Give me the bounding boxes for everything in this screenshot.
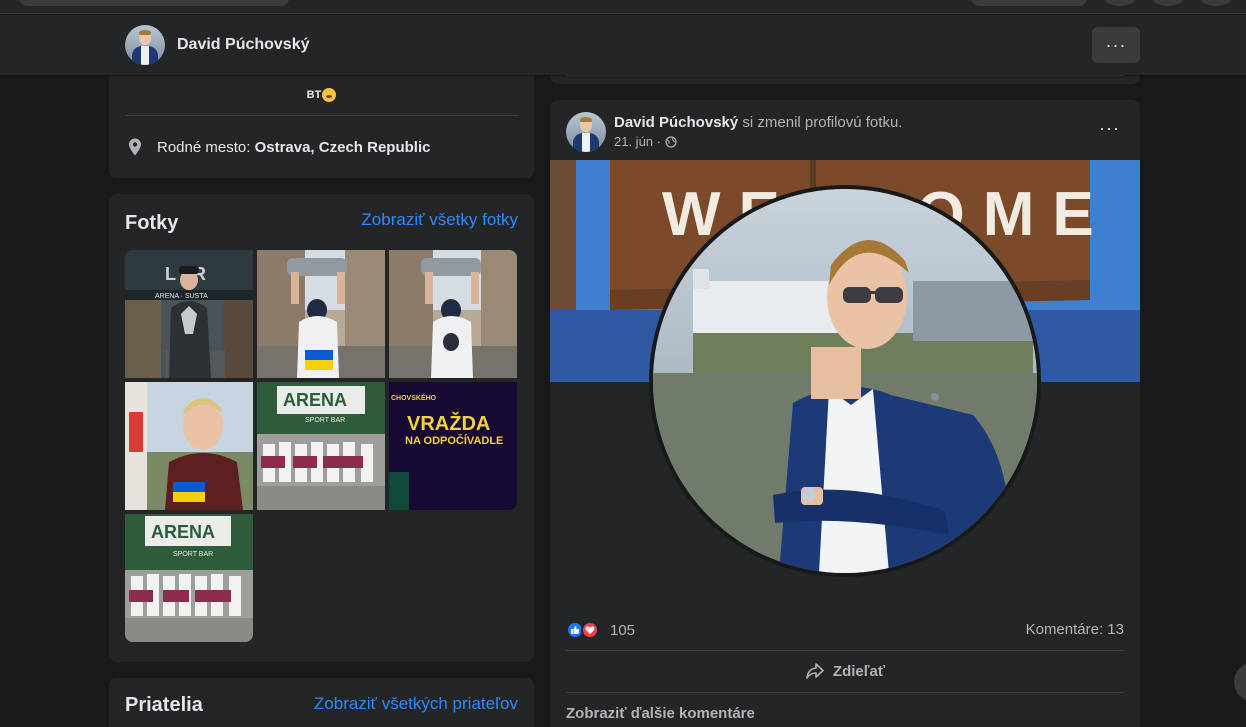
toolbar-circle-button[interactable] <box>1102 0 1138 6</box>
post-header: David Púchovský si zmenil profilovú fotk… <box>614 114 902 131</box>
bio-text: BT <box>306 88 322 101</box>
photos-card: Fotky Zobraziť všetky fotky L AR ARENA ·… <box>109 194 534 662</box>
love-icon <box>581 621 599 639</box>
hometown-row: Rodné mesto: Ostrava, Czech Republic <box>125 137 430 157</box>
bio: BT <box>109 88 534 102</box>
sign-subtext: SPORT BAR <box>173 551 213 558</box>
photo-portrait-flag <box>125 382 253 510</box>
photo-street-trophy-flag <box>257 250 385 378</box>
profile-portrait <box>653 189 1037 573</box>
photo-thumbnail[interactable] <box>257 250 385 378</box>
photos-title[interactable]: Fotky <box>125 212 178 235</box>
photo-thumbnail[interactable] <box>125 382 253 510</box>
photo-grid: L AR ARENA · SUSTA <box>125 250 518 642</box>
book-subtitle: NA ODPOČÍVADLE <box>405 434 503 447</box>
photo-thumbnail[interactable]: ARENA SPORT BAR <box>257 382 385 510</box>
address-bar[interactable] <box>18 0 290 6</box>
photo-street-trophy <box>389 250 517 378</box>
see-all-friends-link[interactable]: Zobraziť všetkých priateľov <box>314 694 518 714</box>
share-button[interactable]: Zdieľať <box>566 652 1124 690</box>
friends-title[interactable]: Priatelia <box>125 694 203 717</box>
post-author[interactable]: David Púchovský <box>614 114 738 131</box>
profile-photo[interactable] <box>649 185 1041 577</box>
post-meta: 21. jún · <box>614 134 677 149</box>
profile-sticky-header: David Púchovský ··· <box>0 15 1246 75</box>
book-line1: CHOVSKÉHO <box>391 393 437 402</box>
photo-arena-group-2: ARENA SPORT BAR <box>125 514 253 642</box>
comments-count[interactable]: Komentáre: 13 <box>1026 621 1124 638</box>
share-label: Zdieľať <box>832 662 886 680</box>
reaction-count[interactable]: 105 <box>610 622 635 639</box>
post-date[interactable]: 21. jún · <box>614 134 661 149</box>
photo-thumbnail[interactable]: ARENA SPORT BAR <box>125 514 253 642</box>
sign-text: ARENA · SUSTA <box>155 293 208 300</box>
toolbar-circle-button[interactable] <box>1198 0 1234 6</box>
intro-card: BT Rodné mesto: Ostrava, Czech Republic <box>109 62 534 178</box>
photo-thumbnail[interactable] <box>389 250 517 378</box>
divider <box>125 115 518 116</box>
share-icon <box>806 663 824 679</box>
divider <box>566 75 1124 76</box>
profile-name[interactable]: David Púchovský <box>177 36 310 54</box>
divider <box>566 692 1124 693</box>
reactions-row: 105 Komentáre: 13 <box>566 618 1124 644</box>
sign-subtext: SPORT BAR <box>305 417 345 424</box>
reaction-icons[interactable] <box>566 621 599 639</box>
location-pin-icon <box>129 138 141 156</box>
browser-top-strip <box>0 0 1246 14</box>
friends-card: Priatelia Zobraziť všetkých priateľov <box>109 678 534 727</box>
hometown-label: Rodné mesto: <box>157 138 251 156</box>
view-more-comments-link[interactable]: Zobraziť ďalšie komentáre <box>566 705 755 722</box>
divider <box>566 650 1124 651</box>
toolbar-pill[interactable] <box>970 0 1088 6</box>
photo-thumbnail[interactable]: CHOVSKÉHO VRAŽDA NA ODPOČÍVADLE <box>389 382 517 510</box>
avatar[interactable] <box>566 112 606 152</box>
post-options-button[interactable]: ··· <box>1099 118 1120 139</box>
emoji-icon <box>322 88 337 102</box>
toolbar-circle-button[interactable] <box>1150 0 1186 6</box>
book-title: VRAŽDA <box>407 411 490 435</box>
see-all-photos-link[interactable]: Zobraziť všetky fotky <box>361 210 518 230</box>
floating-chat-button[interactable] <box>1234 662 1246 702</box>
photo-thumbnail[interactable]: L AR ARENA · SUSTA <box>125 250 253 378</box>
avatar[interactable] <box>125 25 165 65</box>
post-action: si zmenil profilovú fotku. <box>738 114 903 131</box>
globe-icon <box>665 135 677 148</box>
photo-arena-entrance: L AR ARENA · SUSTA <box>125 250 253 378</box>
photo-arena-group: ARENA SPORT BAR <box>257 382 385 510</box>
hometown-value[interactable]: Ostrava, Czech Republic <box>255 139 431 156</box>
profile-photo-post: David Púchovský si zmenil profilovú fotk… <box>550 100 1140 727</box>
sign-text: ARENA <box>283 390 347 410</box>
sign-text: ARENA <box>151 522 215 542</box>
photo-book-cover: CHOVSKÉHO VRAŽDA NA ODPOČÍVADLE <box>389 382 517 510</box>
more-options-button[interactable]: ··· <box>1092 27 1140 63</box>
